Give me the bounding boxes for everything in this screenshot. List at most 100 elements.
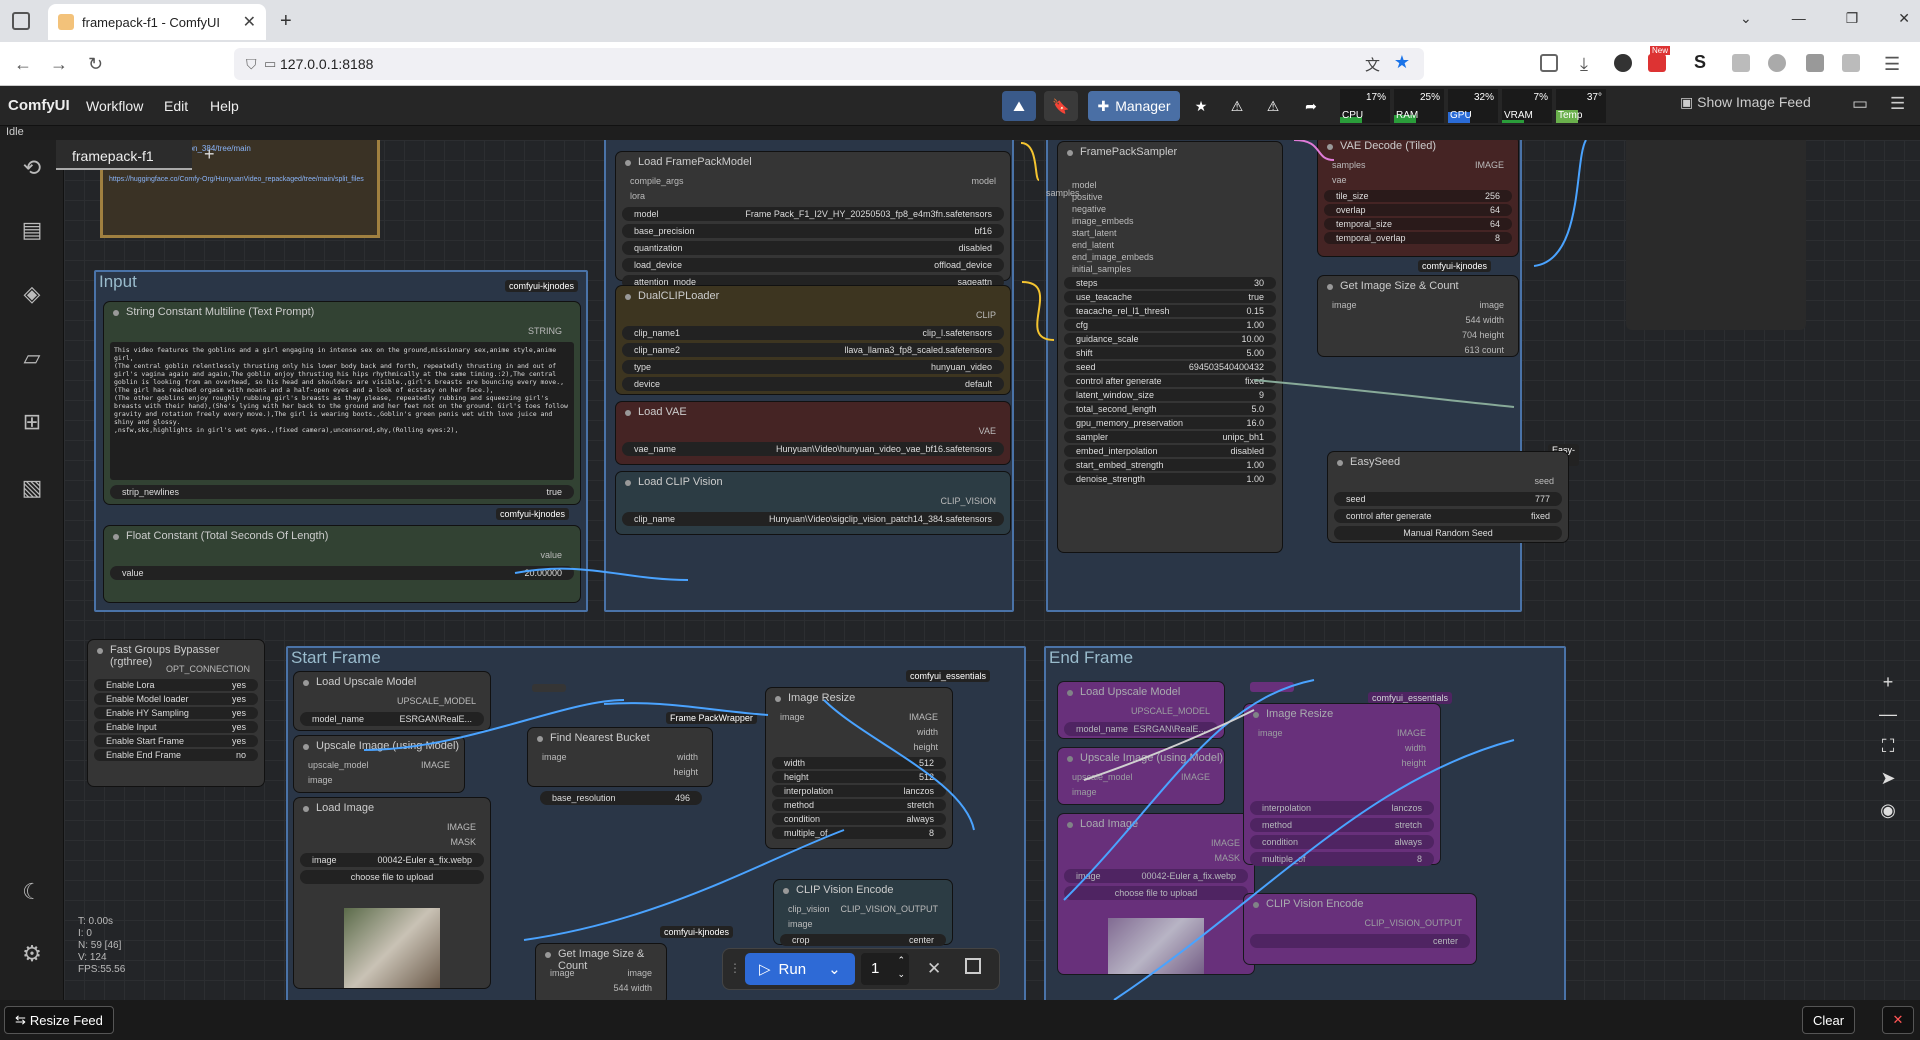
widget-temporal-size[interactable]: temporal_size 64 — [1324, 218, 1512, 230]
folder-icon[interactable]: ▱ — [18, 344, 46, 372]
widget-temporal-overlap[interactable]: temporal_overlap 8 — [1324, 232, 1512, 244]
widget-device[interactable]: device default — [622, 377, 1004, 391]
load-vae-node[interactable]: Load VAE VAE vae_name Hunyuan\Video\hunyu… — [616, 402, 1010, 464]
toggle-links-icon[interactable]: ◉ — [1872, 794, 1904, 826]
float-constant-node[interactable]: Float Constant (Total Seconds Of Length)… — [104, 526, 580, 602]
extension-c-icon[interactable] — [1614, 54, 1632, 72]
widget-enable-end-frame[interactable]: Enable End Frame no — [94, 749, 258, 761]
dualclip-node[interactable]: DualCLIPLoader CLIP clip_name1 clip_l.saf… — [616, 286, 1010, 394]
widget-overlap[interactable]: overlap 64 — [1324, 204, 1512, 216]
browser-tab[interactable]: framepack-f1 - ComfyUI ✕ — [48, 4, 266, 40]
translate-icon[interactable]: 文 — [1365, 54, 1380, 75]
clip-vision-encode-node[interactable]: CLIP Vision Encode clip_vision CLIP_VISIO… — [774, 880, 952, 946]
input-group[interactable]: Input comfyui-kjnodes String Constant Mu… — [94, 270, 588, 612]
upload-button[interactable]: choose file to upload — [300, 870, 484, 884]
widget-interpolation[interactable]: interpolation lanczos — [772, 785, 946, 797]
widget-base-resolution[interactable]: base_resolution 496 — [540, 791, 702, 805]
widget-model-name[interactable]: model_name ESRGAN\RealE... — [300, 712, 484, 726]
widget-teacache-rel-l1-thresh[interactable]: teacache_rel_l1_thresh 0.15 — [1064, 305, 1276, 317]
graph-canvas[interactable]: Comfy-Org/sigclip_vision_384/tree/main h… — [64, 140, 1920, 1000]
load-image-node[interactable]: Load Image IMAGE MASK image 00042-Euler a… — [294, 798, 490, 988]
menu-workflow[interactable]: Workflow — [86, 86, 143, 126]
value-widget[interactable]: value 20.00000 — [110, 566, 574, 580]
download-manager-icon[interactable] — [1842, 54, 1860, 72]
widget-guidance-scale[interactable]: guidance_scale 10.00 — [1064, 333, 1276, 345]
widget-latent-window-size[interactable]: latent_window_size 9 — [1064, 389, 1276, 401]
end-reroute[interactable] — [1250, 682, 1294, 692]
stop-icon[interactable] — [965, 958, 981, 974]
widget-crop[interactable]: crop center — [780, 934, 946, 946]
framepack-sampler-node[interactable]: FramePackSampler samples model positive ne… — [1046, 142, 1282, 552]
widget-image[interactable]: image 00042-Euler a_fix.webp — [300, 853, 484, 867]
bookmark-button[interactable]: 🔖 — [1044, 91, 1078, 121]
widget-height[interactable]: height 512 — [772, 771, 946, 783]
widget-enable-input[interactable]: Enable Input yes — [94, 721, 258, 733]
widget-enable-lora[interactable]: Enable Lora yes — [94, 679, 258, 691]
end-load-image-node[interactable]: Load Image IMAGE MASK image 00042-Euler a… — [1058, 814, 1254, 974]
widget-seed[interactable]: seed 777 — [1334, 492, 1562, 506]
widget-quantization[interactable]: quantization disabled — [622, 241, 1004, 255]
widget-sampler[interactable]: sampler unipc_bh1 — [1064, 431, 1276, 443]
find-nearest-bucket-node[interactable]: Find Nearest Bucket image width height — [528, 728, 712, 786]
load-upscale-model-node[interactable]: Load Upscale Model UPSCALE_MODEL model_n… — [294, 672, 490, 730]
image-resize-node[interactable]: Image Resize image IMAGE width height wid… — [766, 688, 952, 848]
string-constant-node[interactable]: String Constant Multiline (Text Prompt) … — [104, 302, 580, 504]
widget-vae-name[interactable]: vae_name Hunyuan\Video\hunyuan_video_vae_… — [622, 442, 1004, 456]
model-name-widget[interactable]: model_name ESRGAN\RealE... — [1064, 722, 1218, 736]
stepper-icon[interactable]: ⌃ ⌄ — [897, 953, 905, 981]
fast-groups-bypasser-node[interactable]: Fast Groups Bypasser (rgthree) OPT_CONNE… — [88, 640, 264, 786]
pointer-mode-icon[interactable]: ➤ — [1872, 762, 1904, 794]
chevron-down-icon[interactable]: ⌄ — [828, 960, 841, 978]
widget-embed-interpolation[interactable]: embed_interpolation disabled — [1064, 445, 1276, 457]
alert-b-button[interactable]: ⚠ — [1258, 91, 1288, 121]
node-tree-icon[interactable]: ⊞ — [18, 408, 46, 436]
image-widget[interactable]: image 00042-Euler a_fix.webp — [1064, 869, 1248, 883]
extension-new-icon[interactable] — [1648, 54, 1666, 72]
vae-decode-node[interactable]: VAE Decode (Tiled) samples IMAGE vae tile… — [1318, 140, 1518, 256]
chevron-down-icon[interactable]: ⌄ — [1740, 10, 1752, 27]
url-field[interactable]: ⛉ ▭ 127.0.0.1:8188 文 ★ — [234, 48, 1424, 80]
widget-tile-size[interactable]: tile_size 256 — [1324, 190, 1512, 202]
widget-method[interactable]: method stretch — [772, 799, 946, 811]
more-menu-icon[interactable]: ☰ — [1890, 94, 1905, 114]
image-gallery-icon[interactable]: ▧ — [18, 474, 46, 502]
note-link-2[interactable]: https://huggingface.co/Comfy-Org/Hunyuan… — [109, 176, 364, 183]
widget-clip-name2[interactable]: clip_name2 llava_llama3_fp8_scaled.safete… — [622, 343, 1004, 357]
widget-gpu-memory-preservation[interactable]: gpu_memory_preservation 16.0 — [1064, 417, 1276, 429]
manual-random-seed-button[interactable]: Manual Random Seed — [1334, 526, 1562, 540]
alert-a-button[interactable]: ⚠ — [1222, 91, 1252, 121]
widget-condition[interactable]: condition always — [772, 813, 946, 825]
reroute[interactable] — [532, 684, 566, 692]
widget-seed[interactable]: seed 694503540400432 — [1064, 361, 1276, 373]
widget-model[interactable]: model Frame Pack_F1_I2V_HY_20250503_fp8_e… — [622, 207, 1004, 221]
moon-icon[interactable]: ☾ — [18, 878, 46, 906]
widget-shift[interactable]: shift 5.00 — [1064, 347, 1276, 359]
back-icon[interactable]: ← — [14, 54, 32, 75]
load-framepack-node[interactable]: Load FramePackModel compile_args model lo… — [616, 152, 1010, 289]
workflow-tab[interactable]: framepack-f1 — [56, 140, 192, 170]
extensions-icon[interactable] — [1806, 54, 1824, 72]
widget-denoise-strength[interactable]: denoise_strength 1.00 — [1064, 473, 1276, 485]
image-thumbnail[interactable] — [344, 908, 440, 988]
show-image-feed-button[interactable]: ▣ Show Image Feed — [1680, 94, 1811, 111]
zoom-in-icon[interactable]: + — [1872, 666, 1904, 698]
widget-width[interactable]: width 512 — [772, 757, 946, 769]
upscale-image-node[interactable]: Upscale Image (using Model) upscale_mode… — [294, 736, 464, 792]
interpolation-widget[interactable]: interpolation lanczos — [1250, 801, 1434, 815]
end-image-resize-node[interactable]: Image Resize image IMAGE width height int… — [1244, 704, 1440, 866]
end-load-upscale-node[interactable]: Load Upscale Model UPSCALE_MODEL model_n… — [1058, 682, 1224, 738]
end-image-thumbnail[interactable] — [1108, 918, 1204, 974]
condition-widget[interactable]: condition always — [1250, 835, 1434, 849]
widget-clip-name[interactable]: clip_name Hunyuan\Video\sigclip_vision_pa… — [622, 512, 1004, 526]
run-button[interactable]: ▷ Run ⌄ — [745, 953, 855, 985]
strip-newlines-toggle[interactable]: strip_newlines true — [110, 485, 574, 499]
get-image-size-node-2[interactable]: Get Image Size & Count image image 544 wi… — [536, 944, 666, 1000]
share-button[interactable]: ➦ — [1296, 91, 1326, 121]
load-clip-vision-node[interactable]: Load CLIP Vision CLIP_VISION clip_name Hu… — [616, 472, 1010, 534]
restore-icon[interactable]: ❐ — [1846, 10, 1859, 27]
extension-icon[interactable] — [1732, 54, 1750, 72]
clear-button[interactable]: Clear — [1802, 1006, 1856, 1034]
gear-icon[interactable]: ⚙ — [18, 940, 46, 968]
download-icon[interactable]: ⤓ — [1580, 54, 1588, 75]
widget-total-second-length[interactable]: total_second_length 5.0 — [1064, 403, 1276, 415]
